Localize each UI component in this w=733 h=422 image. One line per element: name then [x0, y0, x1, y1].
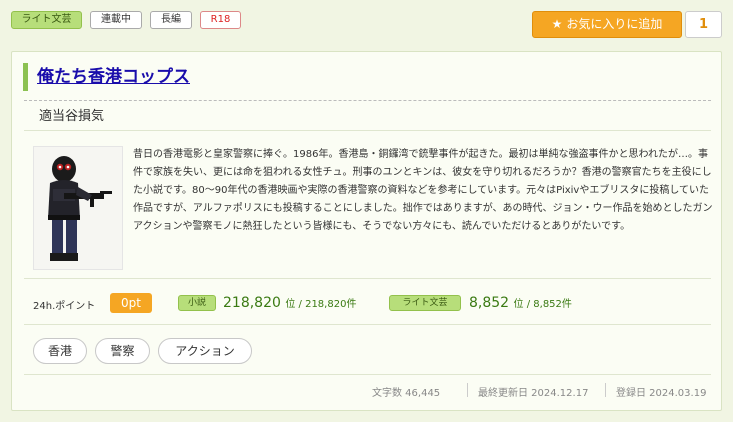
- divider: [24, 130, 711, 131]
- divider: [24, 278, 711, 279]
- genre-category-badge[interactable]: ライト文芸: [389, 295, 461, 311]
- cover-thumbnail[interactable]: [33, 146, 123, 270]
- keyword-tag[interactable]: 警察: [95, 338, 150, 364]
- genre-tag[interactable]: ライト文芸: [11, 11, 82, 29]
- add-favorite-button[interactable]: ★ お気に入りに追加: [532, 11, 682, 38]
- registered-date: 登録日 2024.03.19: [616, 388, 707, 399]
- novel-category-badge[interactable]: 小説: [178, 295, 216, 311]
- footer-separator: [467, 383, 468, 397]
- novel-summary: 昔日の香港電影と皇家警察に捧ぐ。1986年。香港島・銅鑼湾で銃撃事件が起きた。最…: [133, 149, 713, 232]
- keyword-tag[interactable]: 香港: [33, 338, 87, 364]
- length-tag: 長編: [150, 11, 192, 29]
- genre-rank: 8,852 位 / 8,852件: [469, 292, 572, 316]
- top-bar: ライト文芸 連載中 長編 R18 ★ お気に入りに追加 1: [0, 0, 733, 40]
- divider: [24, 374, 711, 375]
- star-icon: ★: [551, 17, 563, 31]
- title-accent-bar: [23, 63, 28, 91]
- cover-illustration: [34, 147, 122, 269]
- footer-separator: [605, 383, 606, 397]
- novel-rank-value: 218,820: [223, 295, 281, 311]
- author-name[interactable]: 適当谷損気: [39, 108, 104, 126]
- divider: [24, 100, 711, 101]
- novel-rank-suffix: 位 / 218,820件: [285, 299, 357, 310]
- points-badge: 0pt: [110, 293, 152, 313]
- char-count: 文字数 46,445: [372, 388, 441, 399]
- add-favorite-label: お気に入りに追加: [566, 17, 663, 31]
- genre-rank-suffix: 位 / 8,852件: [513, 299, 572, 310]
- novel-rank: 218,820 位 / 218,820件: [223, 292, 356, 316]
- last-updated: 最終更新日 2024.12.17: [478, 388, 589, 399]
- ranking-stats: 24h.ポイント 0pt 小説 218,820 位 / 218,820件 ライト…: [33, 292, 713, 316]
- genre-rank-value: 8,852: [469, 295, 510, 311]
- divider: [24, 324, 711, 325]
- meta-footer: 文字数 46,445 最終更新日 2024.12.17 登録日 2024.03.…: [24, 378, 711, 402]
- novel-card: 俺たち香港コップス 適当谷損気 昔日の香港電影と皇家警察に捧ぐ。1986年。香港…: [11, 51, 722, 411]
- keyword-tag[interactable]: アクション: [158, 338, 252, 364]
- novel-title-link[interactable]: 俺たち香港コップス: [37, 64, 190, 90]
- points-label: 24h.ポイント: [33, 301, 96, 312]
- rating-tag: R18: [200, 11, 241, 29]
- favorite-count: 1: [685, 11, 722, 38]
- status-tag: 連載中: [90, 11, 142, 29]
